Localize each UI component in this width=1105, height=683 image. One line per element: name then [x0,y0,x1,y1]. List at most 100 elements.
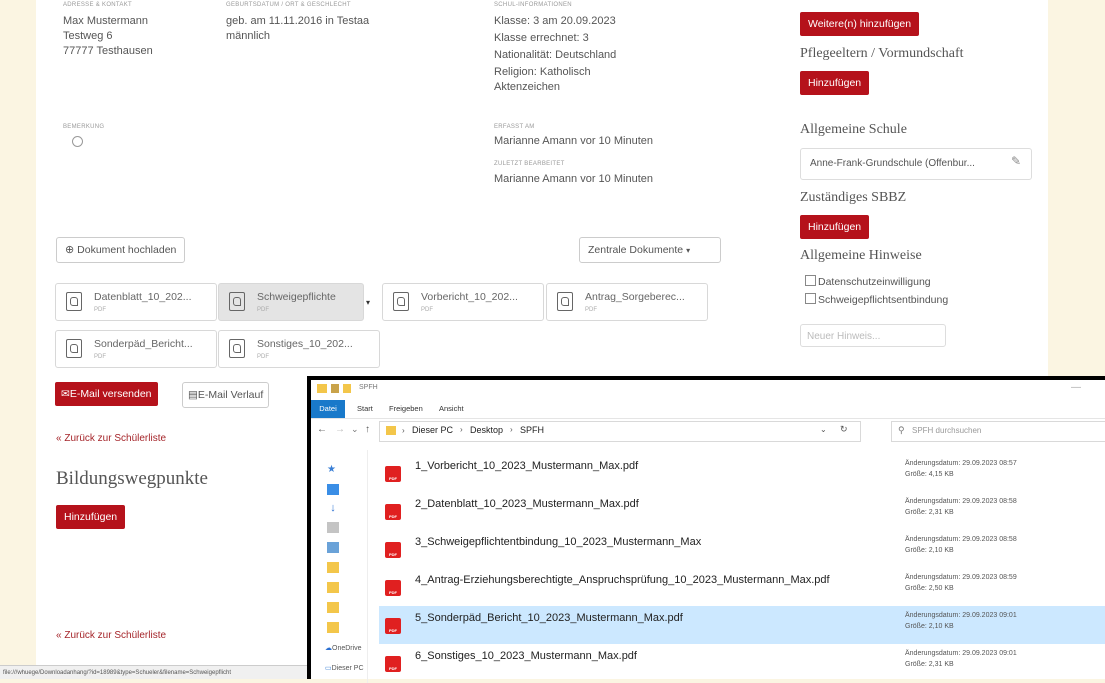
hint-confidentiality[interactable]: Schweigepflichtsentbindung [805,293,948,308]
browser-status-bar: file:///whuege/Downloadanhang/?id=18989&… [0,665,307,679]
history-icon: ▤ [188,389,198,401]
document-tile-selected[interactable]: Schweigepflichte PDF [218,283,364,321]
pictures-icon[interactable] [327,542,339,553]
document-tile[interactable]: Vorbericht_10_202... PDF [382,283,544,321]
school-info-label: SCHUL-INFORMATIONEN [494,2,572,8]
sbbz-add-button[interactable]: Hinzufügen [800,215,870,239]
back-to-list-link[interactable]: « Zurück zur Schülerliste [56,433,166,444]
file-size: 2,50 KB [928,585,954,592]
forward-arrow-icon[interactable]: → [335,424,345,435]
quick-access-star-icon[interactable]: ★ [327,464,339,475]
document-tile[interactable]: Antrag_Sorgeberec... PDF [546,283,708,321]
student-religion: Religion: Katholisch [494,66,591,78]
central-documents-dropdown[interactable]: Zentrale Dokumente ▾ [579,237,721,263]
email-history-label: E-Mail Verlauf [197,389,264,401]
tab-file[interactable]: Datei [311,400,345,418]
pdf-icon [393,292,409,311]
file-row[interactable]: PDF 3_Schweigepflichtentbindung_10_2023_M… [379,530,1105,568]
chevron-down-icon[interactable]: ⌄ [820,425,827,434]
email-history-button[interactable]: ▤E-Mail Verlauf [182,382,270,408]
checkbox[interactable] [805,275,816,286]
path-desktop[interactable]: Desktop [470,425,503,435]
this-pc-item[interactable]: ▭Dieser PC [325,664,364,672]
file-row[interactable]: PDF 6_Sonstiges_10_2023_Mustermann_Max.pd… [379,644,1105,682]
desktop-icon[interactable] [327,484,339,495]
foster-add-button[interactable]: Hinzufügen [800,71,870,95]
school-field[interactable]: Anne-Frank-Grundschule (Offenbur... ✎ [800,148,1032,180]
education-title: Bildungswegpunkte [56,468,208,489]
email-send-button[interactable]: ✉E-Mail versenden [55,382,158,406]
file-row[interactable]: PDF 2_Datenblatt_10_2023_Mustermann_Max.p… [379,492,1105,530]
add-more-button[interactable]: Weitere(n) hinzufügen [800,12,920,36]
remark-label: BEMERKUNG [63,124,105,130]
path-spfh[interactable]: SPFH [520,425,544,435]
sbbz-title: Zuständiges SBBZ [800,190,907,205]
file-size: 2,31 KB [928,509,954,516]
folder-icon[interactable] [327,562,339,573]
file-explorer-window: SPFH — Datei Start Freigeben Ansicht ← →… [307,376,1105,683]
document-tile[interactable]: Sonderpäd_Bericht... PDF [55,330,217,368]
education-add-button[interactable]: Hinzufügen [56,505,126,529]
file-row[interactable]: PDF 4_Antrag-Erziehungsberechtigte_Anspru… [379,568,1105,606]
checkbox[interactable] [805,293,816,304]
file-size: 2,10 KB [928,623,954,630]
student-nationality: Nationalität: Deutschland [494,49,617,61]
upload-document-button[interactable]: ⊕ Dokument hochladen [56,237,186,263]
document-name: Sonstiges_10_202... [257,338,353,350]
caret-down-icon: ▾ [686,246,691,255]
minimize-icon[interactable]: — [1071,382,1081,393]
date-label: Änderungsdatum: [905,460,961,467]
quick-access-icon[interactable] [331,384,339,393]
cloud-icon: ☁ [325,645,332,652]
pdf-icon [66,292,82,311]
document-menu-caret-icon[interactable]: ▾ [366,298,370,307]
downloads-icon[interactable]: ↓ [327,502,339,514]
ribbon-tabs: Datei Start Freigeben Ansicht [311,400,1105,419]
school-title: Allgemeine Schule [800,122,907,137]
new-hint-input[interactable]: Neuer Hinweis... [800,324,946,347]
tab-view[interactable]: Ansicht [439,404,464,413]
file-row[interactable]: PDF 1_Vorbericht_10_2023_Mustermann_Max.p… [379,454,1105,492]
file-meta: Änderungsdatum: 29.09.2023 08:58 Größe: 2… [905,534,1017,556]
path-this-pc[interactable]: Dieser PC [412,425,453,435]
pdf-file-icon: PDF [385,504,401,520]
documents-icon[interactable] [327,522,339,533]
onedrive-item[interactable]: ☁OneDrive [325,644,362,652]
explorer-titlebar: SPFH — [311,380,1105,400]
edit-icon[interactable]: ✎ [1011,154,1021,168]
search-box[interactable]: ⚲ SPFH durchsuchen [891,421,1105,442]
tab-share[interactable]: Freigeben [389,404,423,413]
folder-icon[interactable] [327,582,339,593]
pdf-file-icon: PDF [385,656,401,672]
search-placeholder: SPFH durchsuchen [912,426,982,435]
folder-icon[interactable] [327,602,339,613]
new-folder-icon[interactable] [343,384,351,393]
pdf-file-icon: PDF [385,542,401,558]
folder-icon [386,426,396,435]
recent-chevron-icon[interactable]: ⌄ [351,424,359,435]
file-row[interactable]: PDF 5_Sonderpäd_Bericht_10_2023_Musterman… [379,606,1105,644]
pdf-icon [229,292,245,311]
date-label: Änderungsdatum: [905,650,961,657]
up-arrow-icon[interactable]: ↑ [365,424,370,435]
tab-start[interactable]: Start [357,404,373,413]
document-tile[interactable]: Datenblatt_10_202... PDF [55,283,217,321]
document-name: Schweigepflichte [257,291,336,303]
refresh-icon[interactable]: ↻ [840,424,848,435]
folder-icon[interactable] [327,622,339,633]
file-name: 6_Sonstiges_10_2023_Mustermann_Max.pdf [415,650,637,662]
created-label: ERFASST AM [494,124,535,130]
remark-toggle-icon[interactable] [72,136,83,147]
hint-privacy[interactable]: Datenschutzeinwilligung [805,275,931,290]
student-name: Max Mustermann [63,15,148,27]
document-tile[interactable]: Sonstiges_10_202... PDF [218,330,380,368]
back-arrow-icon[interactable]: ← [317,424,327,435]
back-to-list-link-bottom[interactable]: « Zurück zur Schülerliste [56,630,166,641]
folder-icon [317,384,327,393]
address-bar[interactable]: › Dieser PC › Desktop › SPFH ⌄ ↻ [379,421,861,442]
this-pc-label: Dieser PC [331,665,364,672]
file-meta: Änderungsdatum: 29.09.2023 08:57 Größe: 4… [905,458,1017,480]
search-icon: ⚲ [898,425,905,435]
document-name: Vorbericht_10_202... [421,291,518,303]
pdf-icon [66,339,82,358]
